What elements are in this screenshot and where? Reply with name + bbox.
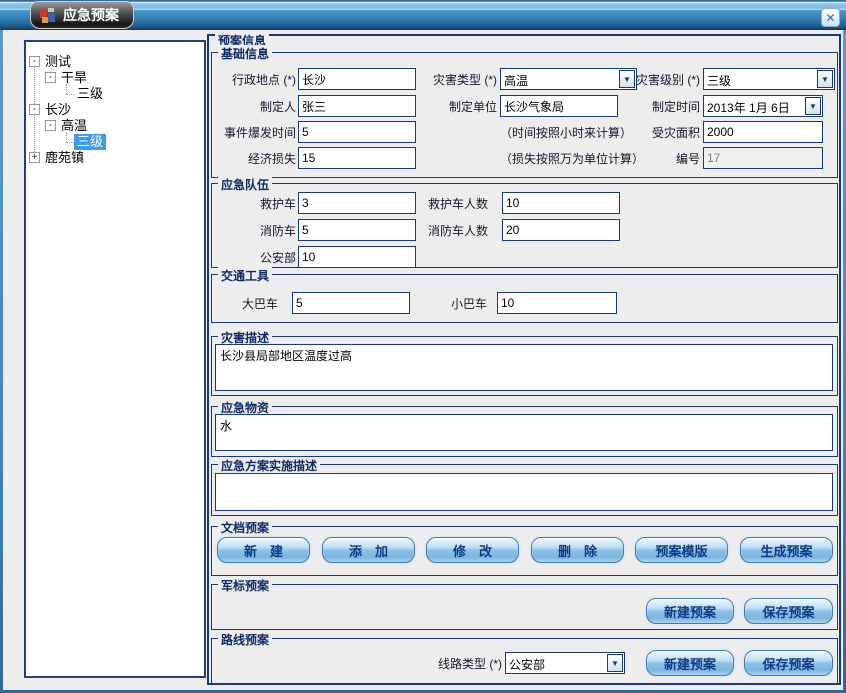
basic-info-group-label: 基础信息 [218, 45, 272, 62]
creator-label: 制定人 [196, 98, 296, 115]
route-plan-group-label: 路线预案 [218, 631, 272, 648]
route-save-plan-button[interactable]: 保存预案 [744, 650, 833, 676]
tree-item[interactable]: 鹿苑镇 [42, 150, 87, 166]
tree-connector [66, 142, 74, 143]
disaster-type-label: 灾害类型 (*) [397, 71, 497, 88]
app-window: 应急预案 ✕ - 测试 - 干旱 三级 - 长沙 - 高温 三级 + 鹿苑镇 [0, 0, 846, 693]
tree-item[interactable]: 高温 [58, 118, 90, 134]
title-bar: 应急预案 ✕ [0, 0, 846, 30]
route-type-label: 线路类型 (*) [402, 655, 502, 672]
doc-plan-group-label: 文档预案 [218, 519, 272, 536]
firetruck-staff-input[interactable] [502, 219, 620, 241]
disaster-level-select[interactable]: 三级 ▼ [703, 68, 835, 90]
military-save-plan-button[interactable]: 保存预案 [744, 598, 833, 624]
plan-template-button[interactable]: 预案模版 [635, 537, 728, 563]
window-title: 应急预案 [63, 5, 119, 25]
military-plan-group-label: 军标预案 [218, 577, 272, 594]
route-type-value: 公安部 [506, 653, 606, 673]
tree-expander-collapse-icon[interactable]: - [45, 72, 56, 83]
route-new-plan-button[interactable]: 新建预案 [646, 650, 734, 676]
date-value: 2013年 1月 6日 [704, 96, 804, 116]
small-bus-label: 小巴车 [387, 295, 487, 312]
unit-label: 制定单位 [397, 98, 497, 115]
number-input [703, 147, 823, 169]
modify-button[interactable]: 修 改 [426, 537, 519, 563]
date-label: 制定时间 [600, 98, 700, 115]
tree-expander-expand-icon[interactable]: + [29, 152, 40, 163]
disaster-desc-textarea[interactable]: 长沙县局部地区温度过高 [215, 344, 833, 391]
ambulance-staff-label: 救护车人数 [388, 195, 488, 212]
disaster-level-label: 灾害级别 (*) [600, 71, 700, 88]
tree-item[interactable]: 长沙 [42, 102, 74, 118]
area-input[interactable] [703, 121, 823, 143]
new-button[interactable]: 新 建 [217, 537, 310, 563]
disaster-level-value: 三级 [704, 69, 816, 89]
outbreak-time-label: 事件爆发时间 [181, 124, 296, 141]
close-icon[interactable]: ✕ [821, 8, 840, 27]
firetruck-staff-label: 消防车人数 [388, 222, 488, 239]
number-label: 编号 [600, 150, 700, 167]
tree-expander-collapse-icon[interactable]: - [29, 56, 40, 67]
military-new-plan-button[interactable]: 新建预案 [646, 598, 734, 624]
route-type-select[interactable]: 公安部 ▼ [505, 652, 625, 674]
tree-item[interactable]: 干旱 [58, 70, 90, 86]
tree-item[interactable]: 三级 [74, 86, 106, 102]
delete-button[interactable]: 删 除 [531, 537, 624, 563]
chevron-down-icon[interactable]: ▼ [607, 654, 623, 672]
tree-item[interactable]: 测试 [42, 54, 74, 70]
tree-connector [66, 94, 74, 95]
add-button[interactable]: 添 加 [322, 537, 415, 563]
window-content: - 测试 - 干旱 三级 - 长沙 - 高温 三级 + 鹿苑镇 预案信息 基础信… [3, 30, 843, 690]
team-group-label: 应急队伍 [218, 176, 272, 193]
big-bus-label: 大巴车 [178, 295, 278, 312]
chevron-down-icon[interactable]: ▼ [805, 97, 821, 115]
chevron-down-icon[interactable]: ▼ [817, 70, 833, 88]
small-bus-input[interactable] [497, 292, 617, 314]
loss-input[interactable] [298, 147, 416, 169]
generate-plan-button[interactable]: 生成预案 [740, 537, 833, 563]
transport-group-label: 交通工具 [218, 267, 272, 284]
tree-expander-collapse-icon[interactable]: - [29, 104, 40, 115]
impl-desc-textarea[interactable] [215, 473, 833, 511]
police-input[interactable] [298, 246, 416, 268]
location-label: 行政地点 (*) [196, 71, 296, 88]
ambulance-staff-input[interactable] [502, 192, 620, 214]
tree-item-selected[interactable]: 三级 [74, 134, 106, 150]
app-icon [40, 8, 56, 23]
window-title-tab: 应急预案 [30, 1, 134, 29]
impl-desc-group-label: 应急方案实施描述 [218, 457, 320, 474]
area-label: 受灾面积 [600, 124, 700, 141]
supplies-textarea[interactable]: 水 [215, 414, 833, 451]
firetruck-label: 消防车 [196, 222, 296, 239]
plan-tree-panel: - 测试 - 干旱 三级 - 长沙 - 高温 三级 + 鹿苑镇 [24, 40, 206, 678]
outbreak-time-input[interactable] [298, 121, 416, 143]
loss-label: 经济损失 [196, 150, 296, 167]
police-label: 公安部 [196, 249, 296, 266]
ambulance-label: 救护车 [196, 195, 296, 212]
date-picker[interactable]: 2013年 1月 6日 ▼ [703, 95, 823, 117]
tree-expander-collapse-icon[interactable]: - [45, 120, 56, 131]
